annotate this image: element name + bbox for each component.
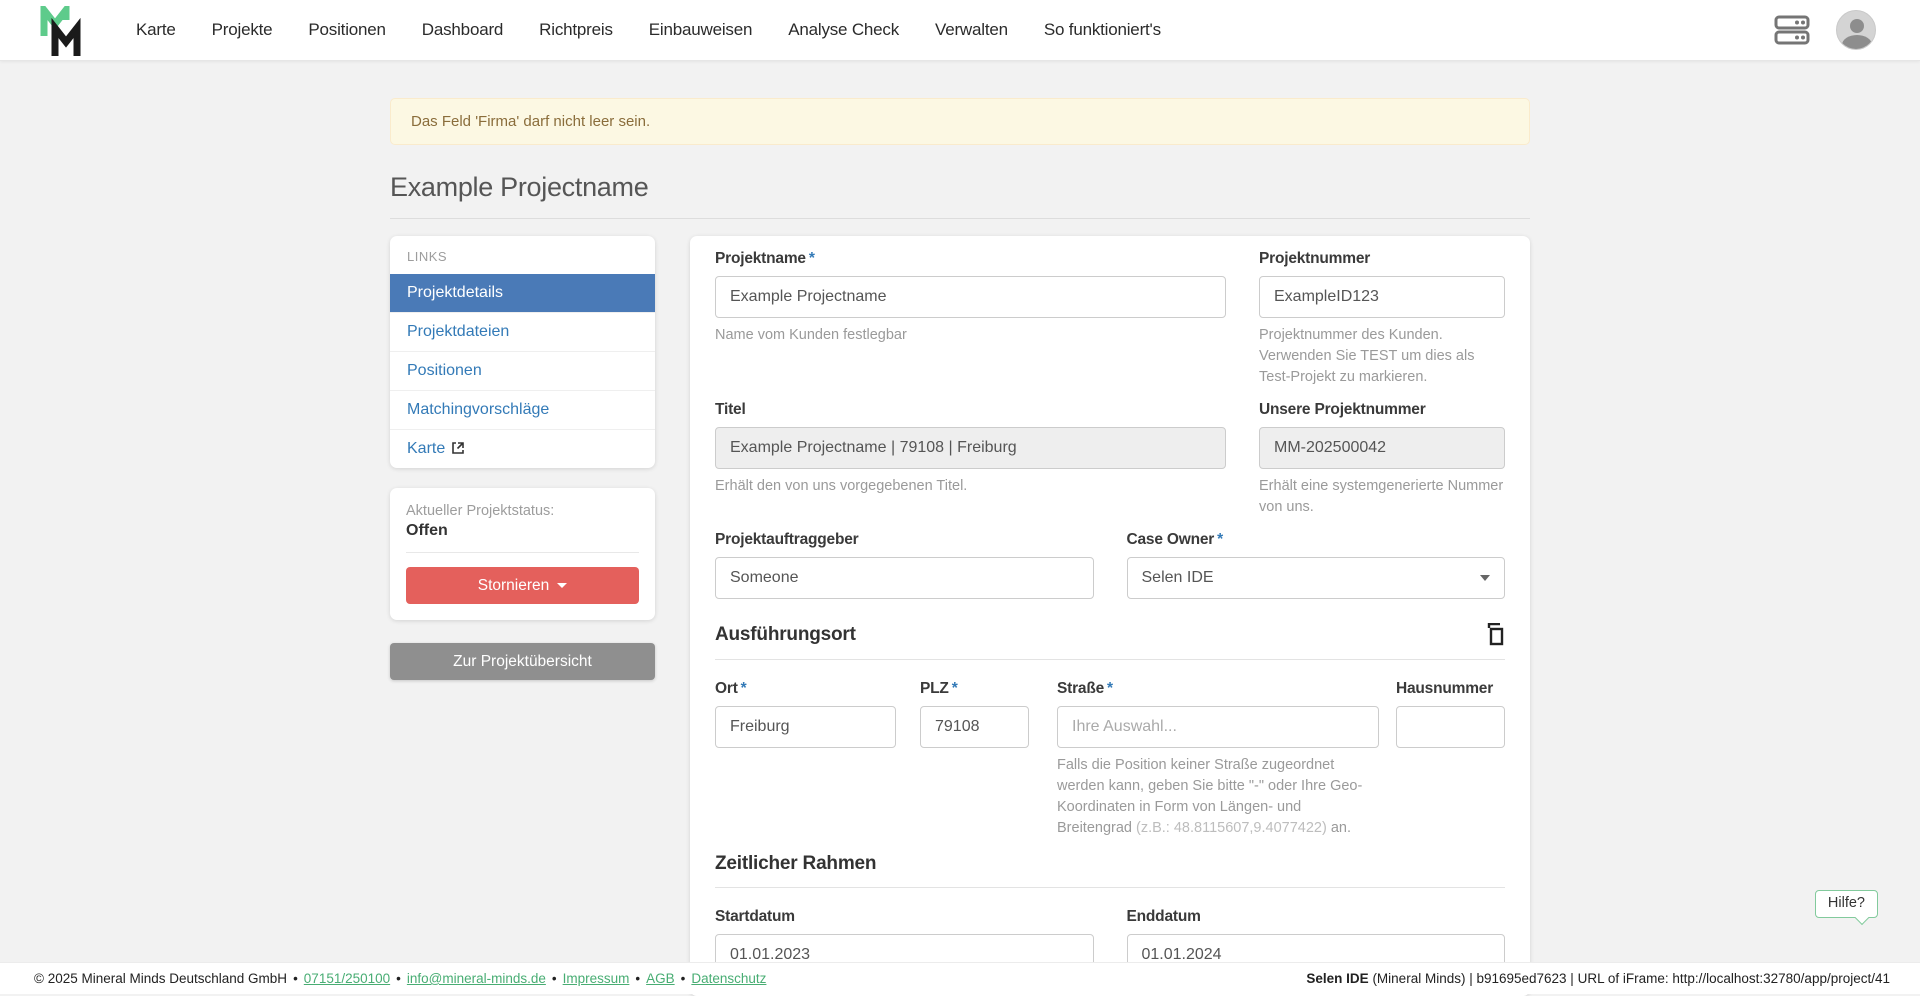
sidebar-item-matchingvorschlaege[interactable]: Matchingvorschläge [390, 390, 655, 429]
strasse-help: Falls die Position keiner Straße zugeord… [1057, 755, 1379, 839]
validation-alert: Das Feld 'Firma' darf nicht leer sein. [390, 98, 1530, 145]
footer-link-datenschutz[interactable]: Datenschutz [691, 971, 766, 986]
sidebar-item-karte[interactable]: Karte [390, 429, 655, 468]
server-icon[interactable] [1774, 14, 1810, 46]
footer-link-email[interactable]: info@mineral-minds.de [407, 971, 546, 986]
status-divider [406, 552, 639, 553]
chevron-down-icon [1480, 575, 1490, 581]
user-avatar[interactable] [1836, 10, 1876, 50]
unsere-projektnummer-label: Unsere Projektnummer [1259, 401, 1505, 419]
projektnummer-input[interactable] [1259, 276, 1505, 318]
case-owner-select[interactable]: Selen IDE [1127, 557, 1506, 599]
stornieren-button[interactable]: Stornieren [406, 567, 639, 604]
sidebar-item-projektdetails[interactable]: Projektdetails [390, 274, 655, 312]
footer-link-phone[interactable]: 07151/250100 [304, 971, 390, 986]
hausnummer-label: Hausnummer [1396, 680, 1505, 698]
main-menu: Karte Projekte Positionen Dashboard Rich… [136, 20, 1161, 40]
footer-session-info: Selen IDE (Mineral Minds) | b91695ed7623… [1306, 971, 1890, 986]
required-marker: * [1107, 680, 1113, 697]
nav-item-karte[interactable]: Karte [136, 20, 176, 40]
project-status-card: Aktueller Projektstatus: Offen Storniere… [390, 488, 655, 620]
projektname-label: Projektname* [715, 250, 1226, 268]
titel-help: Erhält den von uns vorgegebenen Titel. [715, 476, 1226, 497]
case-owner-selected-value: Selen IDE [1142, 569, 1214, 587]
startdatum-label: Startdatum [715, 908, 1094, 926]
copy-icon[interactable] [1483, 623, 1505, 647]
plz-input[interactable] [920, 706, 1029, 748]
stornieren-label: Stornieren [478, 577, 550, 595]
plz-label: PLZ* [920, 680, 1029, 698]
hausnummer-input[interactable] [1396, 706, 1505, 748]
links-header: LINKS [390, 236, 655, 274]
titel-label: Titel [715, 401, 1226, 419]
footer-link-impressum[interactable]: Impressum [563, 971, 630, 986]
projektname-input[interactable] [715, 276, 1226, 318]
strasse-input[interactable] [1057, 706, 1379, 748]
section-divider [715, 659, 1505, 660]
ort-input[interactable] [715, 706, 896, 748]
hilfe-button[interactable]: Hilfe? [1815, 890, 1878, 918]
status-label: Aktueller Projektstatus: [406, 503, 639, 519]
nav-item-dashboard[interactable]: Dashboard [422, 20, 503, 40]
projektauftraggeber-input[interactable] [715, 557, 1094, 599]
status-value: Offen [406, 522, 639, 540]
avatar-head-icon [1850, 19, 1864, 33]
sidebar-item-positionen[interactable]: Positionen [390, 351, 655, 390]
section-title-zeitlicher-rahmen: Zeitlicher Rahmen [715, 853, 876, 875]
section-title-ausfuehrungsort: Ausführungsort [715, 624, 856, 646]
zur-projektuebersicht-button[interactable]: Zur Projektübersicht [390, 643, 655, 680]
nav-item-verwalten[interactable]: Verwalten [935, 20, 1008, 40]
required-marker: * [1217, 531, 1223, 548]
required-marker: * [952, 680, 958, 697]
project-details-form: Projektname* Name vom Kunden festlegbar … [690, 236, 1530, 996]
strasse-label: Straße* [1057, 680, 1379, 698]
footer-link-agb[interactable]: AGB [646, 971, 675, 986]
case-owner-label: Case Owner* [1127, 531, 1506, 549]
alert-text: Das Feld 'Firma' darf nicht leer sein. [411, 113, 650, 130]
nav-item-positionen[interactable]: Positionen [308, 20, 385, 40]
external-link-icon [451, 441, 465, 455]
unsere-projektnummer-input [1259, 427, 1505, 469]
required-marker: * [809, 250, 815, 267]
projektnummer-help: Projektnummer des Kunden. Verwenden Sie … [1259, 325, 1505, 388]
projektname-help: Name vom Kunden festlegbar [715, 325, 1226, 346]
nav-item-einbauweisen[interactable]: Einbauweisen [649, 20, 752, 40]
top-navigation-bar: Karte Projekte Positionen Dashboard Rich… [0, 0, 1920, 61]
projektauftraggeber-label: Projektauftraggeber [715, 531, 1094, 549]
footer-copyright: © 2025 Mineral Minds Deutschland GmbH [34, 971, 287, 986]
section-divider [715, 887, 1505, 888]
enddatum-label: Enddatum [1127, 908, 1506, 926]
mineral-minds-logo[interactable] [40, 6, 88, 58]
page-title: Example Projectname [390, 172, 1530, 219]
nav-item-projekte[interactable]: Projekte [212, 20, 273, 40]
sidebar-item-karte-label: Karte [407, 440, 445, 457]
required-marker: * [741, 680, 747, 697]
footer: © 2025 Mineral Minds Deutschland GmbH • … [0, 962, 1920, 994]
nav-item-analyse-check[interactable]: Analyse Check [788, 20, 899, 40]
titel-input [715, 427, 1226, 469]
ort-label: Ort* [715, 680, 896, 698]
avatar-body-icon [1842, 35, 1872, 50]
caret-down-icon [557, 583, 567, 588]
unsere-projektnummer-help: Erhält eine systemgenerierte Nummer von … [1259, 476, 1505, 518]
nav-item-so-funktionierts[interactable]: So funktioniert's [1044, 20, 1161, 40]
projektnummer-label: Projektnummer [1259, 250, 1505, 268]
sidebar: LINKS Projektdetails Projektdateien Posi… [390, 236, 655, 680]
sidebar-item-projektdateien[interactable]: Projektdateien [390, 312, 655, 351]
nav-item-richtpreis[interactable]: Richtpreis [539, 20, 613, 40]
